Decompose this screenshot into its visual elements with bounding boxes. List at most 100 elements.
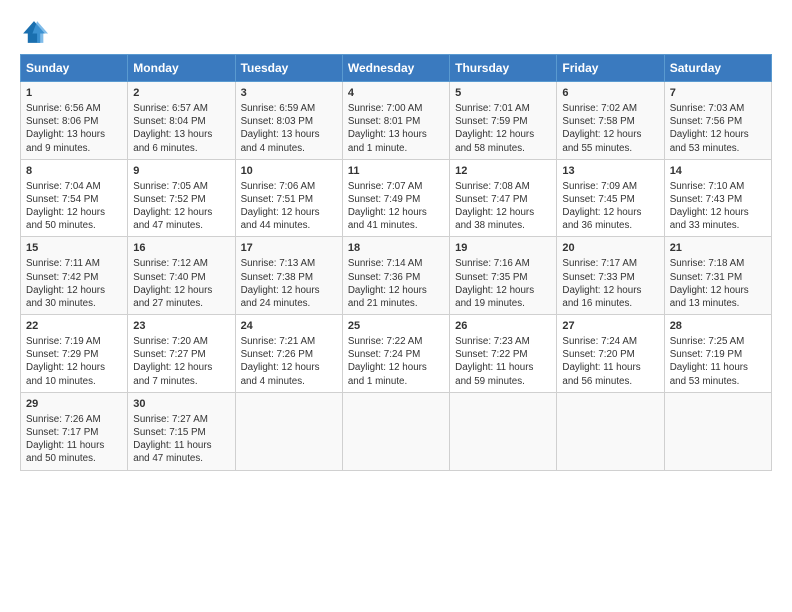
day-number: 14 bbox=[670, 164, 766, 179]
calendar-cell: 3Sunrise: 6:59 AMSunset: 8:03 PMDaylight… bbox=[235, 82, 342, 160]
calendar-cell: 26Sunrise: 7:23 AMSunset: 7:22 PMDayligh… bbox=[450, 315, 557, 393]
day-number: 6 bbox=[562, 86, 658, 101]
calendar-cell: 23Sunrise: 7:20 AMSunset: 7:27 PMDayligh… bbox=[128, 315, 235, 393]
day-number: 10 bbox=[241, 164, 337, 179]
day-info: Sunrise: 7:17 AMSunset: 7:33 PMDaylight:… bbox=[562, 257, 658, 310]
day-number: 11 bbox=[348, 164, 444, 179]
day-info: Sunrise: 7:22 AMSunset: 7:24 PMDaylight:… bbox=[348, 335, 444, 388]
day-info: Sunrise: 7:10 AMSunset: 7:43 PMDaylight:… bbox=[670, 180, 766, 233]
day-info: Sunrise: 7:01 AMSunset: 7:59 PMDaylight:… bbox=[455, 102, 551, 155]
day-info: Sunrise: 7:00 AMSunset: 8:01 PMDaylight:… bbox=[348, 102, 444, 155]
day-info: Sunrise: 7:23 AMSunset: 7:22 PMDaylight:… bbox=[455, 335, 551, 388]
calendar-cell: 29Sunrise: 7:26 AMSunset: 7:17 PMDayligh… bbox=[21, 392, 128, 470]
day-info: Sunrise: 7:16 AMSunset: 7:35 PMDaylight:… bbox=[455, 257, 551, 310]
day-info: Sunrise: 7:02 AMSunset: 7:58 PMDaylight:… bbox=[562, 102, 658, 155]
header-sunday: Sunday bbox=[21, 55, 128, 82]
day-info: Sunrise: 7:19 AMSunset: 7:29 PMDaylight:… bbox=[26, 335, 122, 388]
calendar-cell: 5Sunrise: 7:01 AMSunset: 7:59 PMDaylight… bbox=[450, 82, 557, 160]
day-number: 22 bbox=[26, 319, 122, 334]
header-saturday: Saturday bbox=[664, 55, 771, 82]
calendar-cell: 14Sunrise: 7:10 AMSunset: 7:43 PMDayligh… bbox=[664, 159, 771, 237]
logo-icon bbox=[20, 18, 48, 46]
calendar-cell bbox=[557, 392, 664, 470]
day-number: 21 bbox=[670, 241, 766, 256]
day-number: 9 bbox=[133, 164, 229, 179]
day-number: 7 bbox=[670, 86, 766, 101]
calendar-cell: 24Sunrise: 7:21 AMSunset: 7:26 PMDayligh… bbox=[235, 315, 342, 393]
day-number: 25 bbox=[348, 319, 444, 334]
day-info: Sunrise: 7:12 AMSunset: 7:40 PMDaylight:… bbox=[133, 257, 229, 310]
calendar-cell bbox=[235, 392, 342, 470]
day-info: Sunrise: 7:20 AMSunset: 7:27 PMDaylight:… bbox=[133, 335, 229, 388]
week-row-0: 1Sunrise: 6:56 AMSunset: 8:06 PMDaylight… bbox=[21, 82, 772, 160]
calendar-cell: 4Sunrise: 7:00 AMSunset: 8:01 PMDaylight… bbox=[342, 82, 449, 160]
day-number: 29 bbox=[26, 397, 122, 412]
calendar-cell: 18Sunrise: 7:14 AMSunset: 7:36 PMDayligh… bbox=[342, 237, 449, 315]
day-info: Sunrise: 7:08 AMSunset: 7:47 PMDaylight:… bbox=[455, 180, 551, 233]
day-info: Sunrise: 6:57 AMSunset: 8:04 PMDaylight:… bbox=[133, 102, 229, 155]
logo bbox=[20, 18, 54, 46]
week-row-3: 22Sunrise: 7:19 AMSunset: 7:29 PMDayligh… bbox=[21, 315, 772, 393]
calendar-cell: 2Sunrise: 6:57 AMSunset: 8:04 PMDaylight… bbox=[128, 82, 235, 160]
day-info: Sunrise: 6:59 AMSunset: 8:03 PMDaylight:… bbox=[241, 102, 337, 155]
day-number: 20 bbox=[562, 241, 658, 256]
calendar-cell: 1Sunrise: 6:56 AMSunset: 8:06 PMDaylight… bbox=[21, 82, 128, 160]
calendar-cell bbox=[450, 392, 557, 470]
day-info: Sunrise: 6:56 AMSunset: 8:06 PMDaylight:… bbox=[26, 102, 122, 155]
day-info: Sunrise: 7:13 AMSunset: 7:38 PMDaylight:… bbox=[241, 257, 337, 310]
calendar-cell: 15Sunrise: 7:11 AMSunset: 7:42 PMDayligh… bbox=[21, 237, 128, 315]
day-info: Sunrise: 7:18 AMSunset: 7:31 PMDaylight:… bbox=[670, 257, 766, 310]
calendar-table: SundayMondayTuesdayWednesdayThursdayFrid… bbox=[20, 54, 772, 471]
day-info: Sunrise: 7:27 AMSunset: 7:15 PMDaylight:… bbox=[133, 413, 229, 466]
header bbox=[20, 18, 772, 46]
calendar-cell: 12Sunrise: 7:08 AMSunset: 7:47 PMDayligh… bbox=[450, 159, 557, 237]
day-number: 4 bbox=[348, 86, 444, 101]
calendar-cell: 7Sunrise: 7:03 AMSunset: 7:56 PMDaylight… bbox=[664, 82, 771, 160]
day-number: 2 bbox=[133, 86, 229, 101]
day-number: 15 bbox=[26, 241, 122, 256]
day-number: 28 bbox=[670, 319, 766, 334]
header-tuesday: Tuesday bbox=[235, 55, 342, 82]
calendar-cell: 13Sunrise: 7:09 AMSunset: 7:45 PMDayligh… bbox=[557, 159, 664, 237]
day-number: 12 bbox=[455, 164, 551, 179]
day-number: 8 bbox=[26, 164, 122, 179]
calendar-cell: 22Sunrise: 7:19 AMSunset: 7:29 PMDayligh… bbox=[21, 315, 128, 393]
day-info: Sunrise: 7:21 AMSunset: 7:26 PMDaylight:… bbox=[241, 335, 337, 388]
week-row-1: 8Sunrise: 7:04 AMSunset: 7:54 PMDaylight… bbox=[21, 159, 772, 237]
day-info: Sunrise: 7:07 AMSunset: 7:49 PMDaylight:… bbox=[348, 180, 444, 233]
week-row-2: 15Sunrise: 7:11 AMSunset: 7:42 PMDayligh… bbox=[21, 237, 772, 315]
header-monday: Monday bbox=[128, 55, 235, 82]
calendar-cell: 20Sunrise: 7:17 AMSunset: 7:33 PMDayligh… bbox=[557, 237, 664, 315]
day-number: 5 bbox=[455, 86, 551, 101]
day-number: 18 bbox=[348, 241, 444, 256]
day-number: 24 bbox=[241, 319, 337, 334]
week-row-4: 29Sunrise: 7:26 AMSunset: 7:17 PMDayligh… bbox=[21, 392, 772, 470]
day-info: Sunrise: 7:05 AMSunset: 7:52 PMDaylight:… bbox=[133, 180, 229, 233]
day-info: Sunrise: 7:24 AMSunset: 7:20 PMDaylight:… bbox=[562, 335, 658, 388]
page: SundayMondayTuesdayWednesdayThursdayFrid… bbox=[0, 0, 792, 481]
day-info: Sunrise: 7:09 AMSunset: 7:45 PMDaylight:… bbox=[562, 180, 658, 233]
day-number: 13 bbox=[562, 164, 658, 179]
day-info: Sunrise: 7:03 AMSunset: 7:56 PMDaylight:… bbox=[670, 102, 766, 155]
calendar-cell: 30Sunrise: 7:27 AMSunset: 7:15 PMDayligh… bbox=[128, 392, 235, 470]
day-info: Sunrise: 7:04 AMSunset: 7:54 PMDaylight:… bbox=[26, 180, 122, 233]
day-number: 30 bbox=[133, 397, 229, 412]
header-thursday: Thursday bbox=[450, 55, 557, 82]
calendar-cell: 25Sunrise: 7:22 AMSunset: 7:24 PMDayligh… bbox=[342, 315, 449, 393]
day-info: Sunrise: 7:14 AMSunset: 7:36 PMDaylight:… bbox=[348, 257, 444, 310]
day-number: 16 bbox=[133, 241, 229, 256]
day-number: 26 bbox=[455, 319, 551, 334]
calendar-cell: 11Sunrise: 7:07 AMSunset: 7:49 PMDayligh… bbox=[342, 159, 449, 237]
day-number: 23 bbox=[133, 319, 229, 334]
calendar-cell: 19Sunrise: 7:16 AMSunset: 7:35 PMDayligh… bbox=[450, 237, 557, 315]
calendar-cell: 9Sunrise: 7:05 AMSunset: 7:52 PMDaylight… bbox=[128, 159, 235, 237]
day-number: 27 bbox=[562, 319, 658, 334]
day-info: Sunrise: 7:11 AMSunset: 7:42 PMDaylight:… bbox=[26, 257, 122, 310]
header-row: SundayMondayTuesdayWednesdayThursdayFrid… bbox=[21, 55, 772, 82]
calendar-cell: 16Sunrise: 7:12 AMSunset: 7:40 PMDayligh… bbox=[128, 237, 235, 315]
day-number: 17 bbox=[241, 241, 337, 256]
calendar-cell: 6Sunrise: 7:02 AMSunset: 7:58 PMDaylight… bbox=[557, 82, 664, 160]
day-number: 1 bbox=[26, 86, 122, 101]
calendar-cell: 10Sunrise: 7:06 AMSunset: 7:51 PMDayligh… bbox=[235, 159, 342, 237]
day-info: Sunrise: 7:26 AMSunset: 7:17 PMDaylight:… bbox=[26, 413, 122, 466]
